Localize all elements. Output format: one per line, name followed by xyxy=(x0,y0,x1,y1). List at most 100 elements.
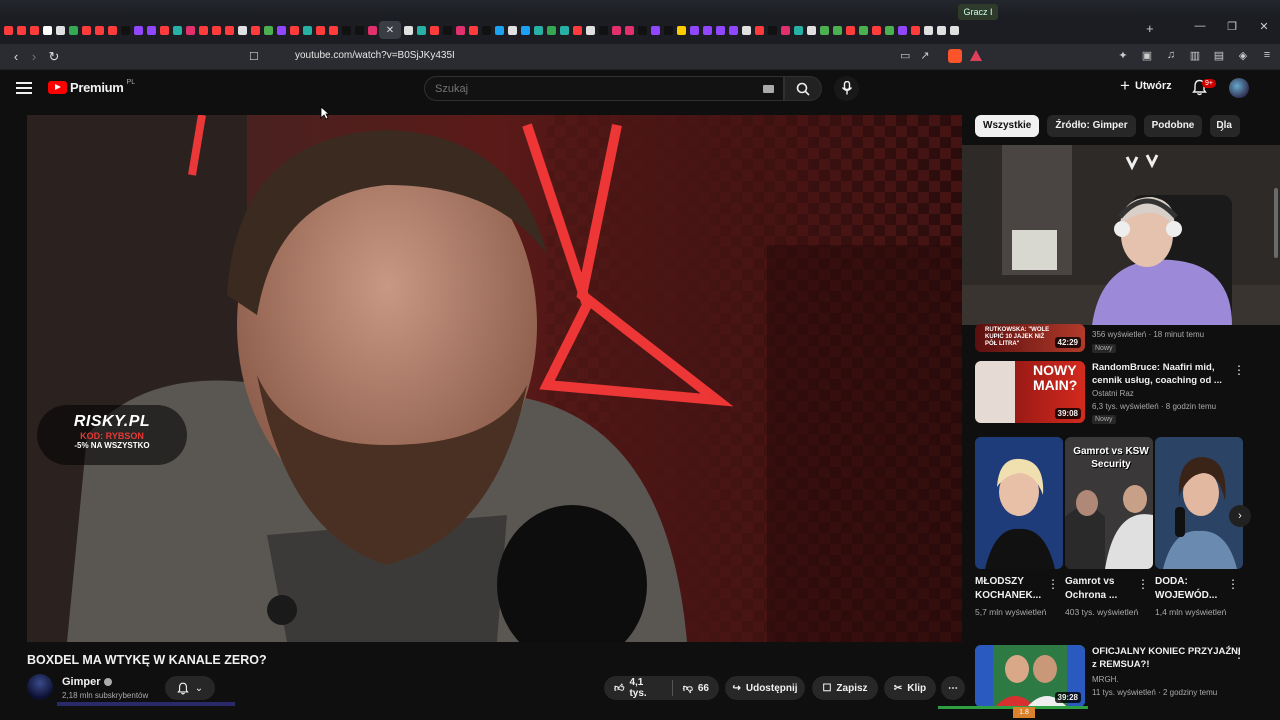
tab-favicon[interactable] xyxy=(559,25,569,35)
account-avatar[interactable] xyxy=(1229,78,1249,98)
url-text[interactable]: youtube.com/watch?v=B0SjJKy435I xyxy=(295,50,455,61)
tab-favicon[interactable] xyxy=(481,25,491,35)
tab-favicon[interactable] xyxy=(624,25,634,35)
extensions-icon[interactable]: ✦ xyxy=(1116,49,1130,62)
tab-favicon[interactable] xyxy=(650,25,660,35)
channel-name[interactable]: Gimper xyxy=(62,676,112,688)
tab-favicon[interactable] xyxy=(198,25,208,35)
tab-favicon[interactable] xyxy=(416,25,426,35)
tab-favicon[interactable] xyxy=(94,25,104,35)
tab-favicon[interactable] xyxy=(3,25,13,35)
tab-favicon[interactable] xyxy=(533,25,543,35)
keyboard-icon[interactable] xyxy=(763,85,774,93)
tab-favicon[interactable] xyxy=(949,25,959,35)
tab-favicon[interactable] xyxy=(572,25,582,35)
tab-favicon[interactable] xyxy=(676,25,686,35)
tab-favicon[interactable] xyxy=(16,25,26,35)
chip-similar[interactable]: Podobne xyxy=(1143,115,1203,137)
tab-favicon[interactable] xyxy=(520,25,530,35)
short-card[interactable]: DODA: WOJEWÓD... 1,4 mln wyświetleń ⋮ xyxy=(1155,437,1243,618)
tab-favicon[interactable] xyxy=(211,25,221,35)
tab-favicon[interactable] xyxy=(250,25,260,35)
tab-favicon[interactable] xyxy=(689,25,699,35)
forward-icon[interactable]: › xyxy=(26,49,42,64)
tab-favicon[interactable] xyxy=(133,25,143,35)
video-title[interactable]: RandomBruce: Naafiri mid, cennik usług, … xyxy=(1092,361,1242,387)
back-icon[interactable]: ‹ xyxy=(8,49,24,64)
tab-favicon[interactable] xyxy=(159,25,169,35)
tab-favicon[interactable] xyxy=(754,25,764,35)
tab-favicon[interactable] xyxy=(819,25,829,35)
short-card[interactable]: MŁODSZY KOCHANEK... 5,7 mln wyświetleń ⋮ xyxy=(975,437,1063,618)
like-button[interactable]: 👍︎ 4,1 tys. xyxy=(604,676,672,700)
brave-rewards-icon[interactable] xyxy=(970,50,982,61)
channel-name[interactable]: Ostatni Raz xyxy=(1092,389,1134,398)
recommended-item[interactable]: 39:28 OFICJALNY KONIEC PRZYJAŹNI z REMSU… xyxy=(975,645,1270,707)
shelf-next-button[interactable]: › xyxy=(1229,505,1251,527)
dislike-button[interactable]: 👎︎ 66 xyxy=(673,676,719,700)
vpn-icon[interactable]: ◈ xyxy=(1236,49,1250,62)
video-player[interactable]: RISKY.PL KOD: RYBSON -5% NA WSZYSTKO xyxy=(27,115,962,642)
tab-favicon[interactable] xyxy=(455,25,465,35)
short-thumbnail[interactable] xyxy=(1155,437,1243,569)
screenshot-icon[interactable]: ▣ xyxy=(1140,49,1154,62)
tab-favicon[interactable] xyxy=(546,25,556,35)
video-title[interactable]: OFICJALNY KONIEC PRZYJAŹNI z REMSUA?! xyxy=(1092,645,1242,671)
brave-shield-icon[interactable] xyxy=(948,49,962,63)
tab-favicon[interactable] xyxy=(68,25,78,35)
tab-favicon[interactable] xyxy=(276,25,286,35)
tab-favicon[interactable] xyxy=(598,25,608,35)
tab-favicon[interactable] xyxy=(146,25,156,35)
tab-favicon[interactable] xyxy=(767,25,777,35)
sidebar-icon[interactable]: ▥ xyxy=(1188,49,1202,62)
tab-favicon[interactable] xyxy=(585,25,595,35)
clip-button[interactable]: ✂ Klip xyxy=(884,676,936,700)
tab-favicon[interactable] xyxy=(328,25,338,35)
tab-favicon[interactable] xyxy=(910,25,920,35)
tab-favicon[interactable] xyxy=(315,25,325,35)
tab-favicon[interactable] xyxy=(884,25,894,35)
chip-all[interactable]: Wszystkie xyxy=(975,115,1040,137)
tab-favicon[interactable] xyxy=(897,25,907,35)
tab-favicon[interactable] xyxy=(741,25,751,35)
tab-favicon[interactable] xyxy=(845,25,855,35)
voice-search-button[interactable] xyxy=(834,76,859,101)
wallet-icon[interactable]: ▤ xyxy=(1212,49,1226,62)
tab-favicon[interactable] xyxy=(663,25,673,35)
video-thumbnail[interactable]: NOWY MAIN? 39:08 xyxy=(975,361,1085,423)
chips-next-icon[interactable]: › xyxy=(1220,121,1224,135)
more-actions-button[interactable]: ⋯ xyxy=(941,676,965,700)
tab-favicon[interactable] xyxy=(507,25,517,35)
tab-favicon[interactable] xyxy=(780,25,790,35)
tab-favicon[interactable] xyxy=(107,25,117,35)
tab-favicon[interactable] xyxy=(468,25,478,35)
page-scrollbar[interactable] xyxy=(1272,108,1280,708)
tab-favicon[interactable] xyxy=(367,25,377,35)
short-thumbnail[interactable]: Gamrot vs KSW Security xyxy=(1065,437,1153,569)
tab-favicon[interactable] xyxy=(42,25,52,35)
more-options-icon[interactable]: ⋮ xyxy=(1137,577,1149,591)
tab-favicon[interactable] xyxy=(442,25,452,35)
chip-for-you[interactable]: Dla xyxy=(1210,115,1241,137)
video-thumbnail[interactable]: 39:28 xyxy=(975,645,1085,707)
close-window-button[interactable]: ✕ xyxy=(1248,20,1280,33)
tab-favicon[interactable] xyxy=(832,25,842,35)
new-tab-button[interactable]: + xyxy=(1146,21,1154,36)
tab-favicon[interactable] xyxy=(494,25,504,35)
more-options-icon[interactable]: ⋮ xyxy=(1233,647,1245,661)
recommended-item[interactable]: RUTKOWSKA: "WOLE KUPIĆ 10 JAJEK NIŻ PÓŁ … xyxy=(975,324,1270,358)
more-options-icon[interactable]: ⋮ xyxy=(1233,363,1245,377)
channel-name[interactable]: MRGH. xyxy=(1092,675,1119,684)
channel-avatar[interactable] xyxy=(27,674,53,700)
short-thumbnail[interactable] xyxy=(975,437,1063,569)
cast-icon[interactable]: ▭ xyxy=(900,49,910,62)
tab-favicon[interactable] xyxy=(354,25,364,35)
tab-favicon[interactable] xyxy=(289,25,299,35)
tab-favicon[interactable] xyxy=(185,25,195,35)
tab-favicon[interactable] xyxy=(29,25,39,35)
tab-favicon[interactable] xyxy=(637,25,647,35)
chip-source[interactable]: Źródło: Gimper xyxy=(1047,115,1136,137)
menu-icon[interactable]: ≡ xyxy=(1260,49,1274,62)
create-button[interactable]: + Utwórz xyxy=(1120,77,1172,94)
tab-favicon[interactable] xyxy=(263,25,273,35)
